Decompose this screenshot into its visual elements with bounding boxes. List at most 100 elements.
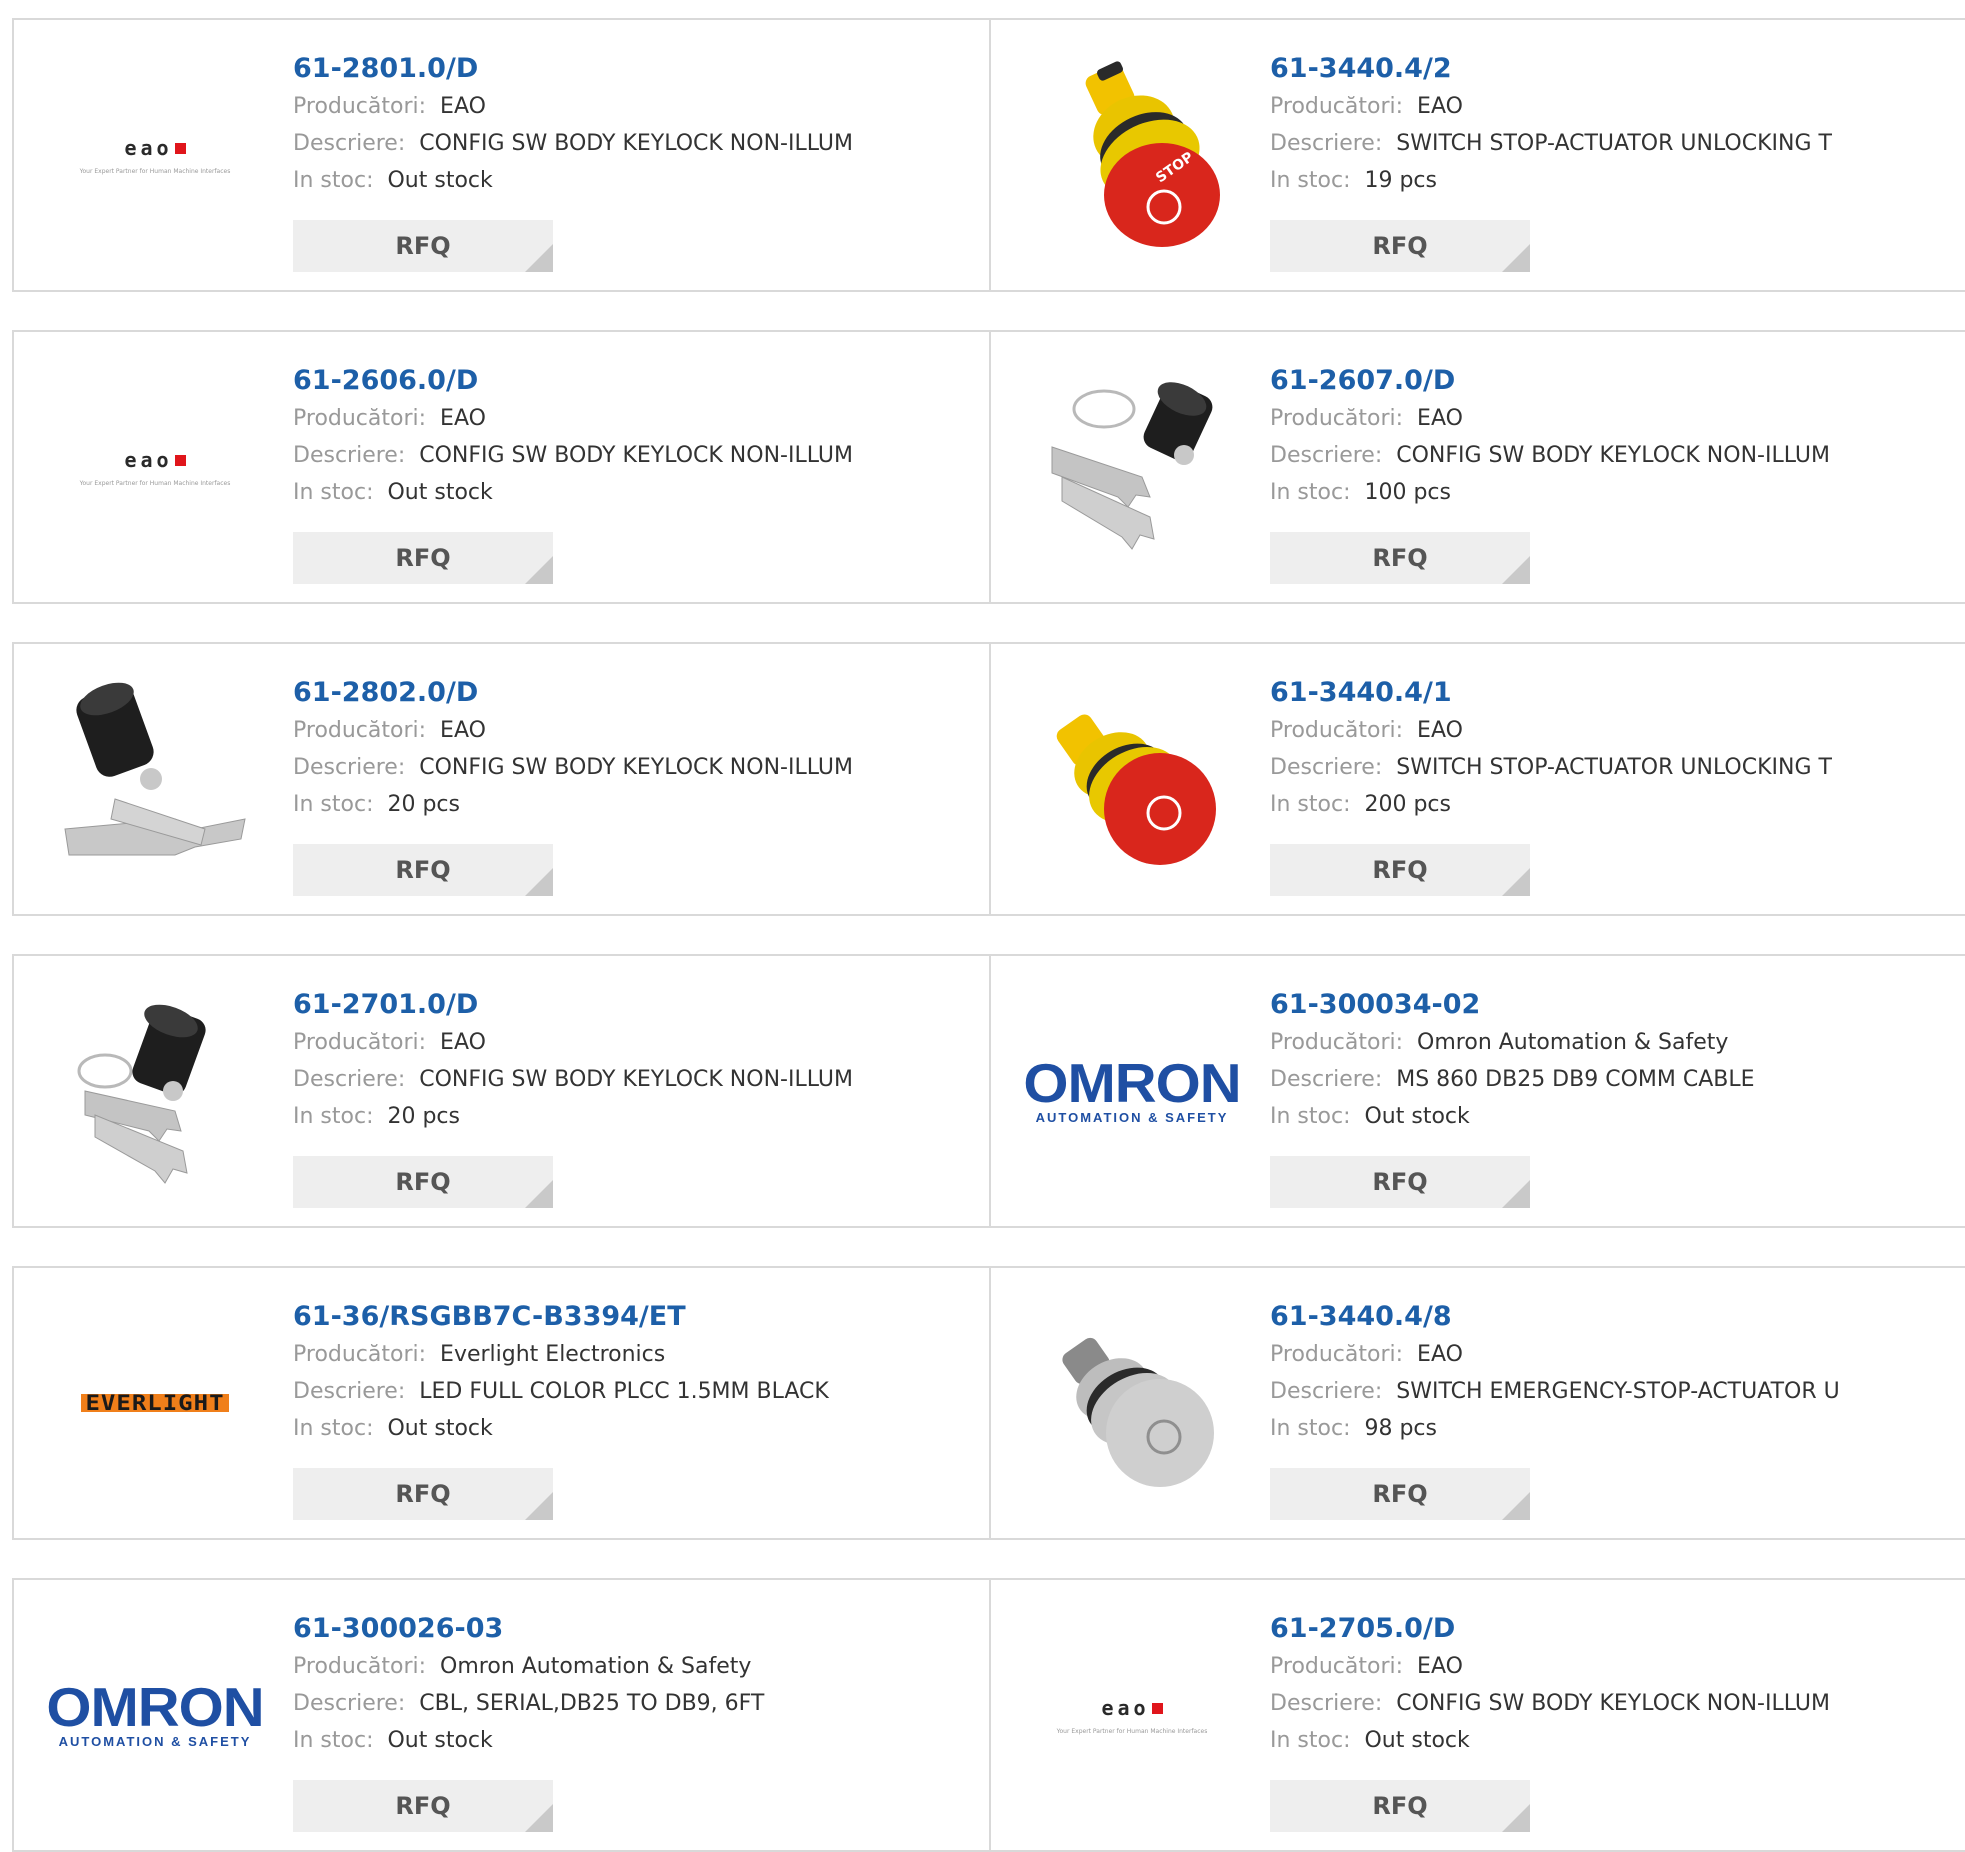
part-number-link[interactable]: 61-36/RSGBB7C-B3394/ET <box>293 1298 829 1336</box>
stock-label: In stoc: <box>293 1728 374 1753</box>
product-row: 61-2802.0/D Producători: EAO Descriere: CO… <box>12 642 1965 916</box>
everlight-logo[interactable]: EVERLIGHT <box>52 1300 258 1506</box>
description-label: Descriere: <box>293 1067 406 1092</box>
manufacturer-value: EAO <box>440 718 486 743</box>
part-number-link[interactable]: 61-300026-03 <box>293 1610 764 1648</box>
product-card: 61-3440.4/1 Producători: EAO Descriere: SW… <box>991 644 1965 914</box>
product-card: eao Your Expert Partner for Human Machine… <box>14 332 991 602</box>
description-label: Descriere: <box>1270 1379 1383 1404</box>
stock-label: In stoc: <box>293 792 374 817</box>
manufacturer-label: Producători: <box>1270 94 1404 119</box>
stock-label: In stoc: <box>293 1416 374 1441</box>
eao-logo[interactable]: eao Your Expert Partner for Human Machine… <box>52 52 258 258</box>
manufacturer-value: EAO <box>440 406 486 431</box>
manufacturer-value: Omron Automation & Safety <box>440 1654 752 1679</box>
stock-value: 100 pcs <box>1364 480 1451 505</box>
rfq-button[interactable]: RFQ <box>1270 220 1530 272</box>
stock-value: Out stock <box>387 1728 493 1753</box>
stock-value: 19 pcs <box>1364 168 1437 193</box>
rfq-button[interactable]: RFQ <box>1270 844 1530 896</box>
part-number-link[interactable]: 61-2607.0/D <box>1270 362 1830 400</box>
rfq-button[interactable]: RFQ <box>293 1780 553 1832</box>
omron-logo[interactable]: OMRON AUTOMATION & SAFETY <box>46 1612 264 1818</box>
stock-label: In stoc: <box>1270 1416 1351 1441</box>
description-value: CBL, SERIAL,DB25 TO DB9, 6FT <box>419 1691 765 1716</box>
part-number-link[interactable]: 61-2606.0/D <box>293 362 853 400</box>
manufacturer-label: Producători: <box>293 1342 427 1367</box>
manufacturer-label: Producători: <box>293 1030 427 1055</box>
rfq-button[interactable]: RFQ <box>293 532 553 584</box>
part-number-link[interactable]: 61-2801.0/D <box>293 50 853 88</box>
red-stop-button-photo[interactable] <box>1029 676 1235 882</box>
part-number-link[interactable]: 61-3440.4/2 <box>1270 50 1832 88</box>
omron-logo[interactable]: OMRON AUTOMATION & SAFETY <box>1023 988 1241 1194</box>
part-number-link[interactable]: 61-2802.0/D <box>293 674 853 712</box>
stock-label: In stoc: <box>1270 1104 1351 1129</box>
description-label: Descriere: <box>293 443 406 468</box>
stock-value: 20 pcs <box>387 1104 460 1129</box>
eao-logo[interactable]: eao Your Expert Partner for Human Machine… <box>52 364 258 570</box>
eao-logo[interactable]: eao Your Expert Partner for Human Machine… <box>1029 1612 1235 1818</box>
rfq-button[interactable]: RFQ <box>1270 1468 1530 1520</box>
description-label: Descriere: <box>1270 443 1383 468</box>
description-label: Descriere: <box>293 755 406 780</box>
manufacturer-value: EAO <box>1417 1654 1463 1679</box>
part-number-link[interactable]: 61-3440.4/1 <box>1270 674 1832 712</box>
grey-stop-button-photo[interactable] <box>1029 1300 1235 1506</box>
stock-value: Out stock <box>1364 1104 1470 1129</box>
rfq-button[interactable]: RFQ <box>293 844 553 896</box>
stock-label: In stoc: <box>293 1104 374 1129</box>
manufacturer-label: Producători: <box>1270 718 1404 743</box>
rfq-button[interactable]: RFQ <box>293 1468 553 1520</box>
manufacturer-label: Producători: <box>1270 1342 1404 1367</box>
stock-value: Out stock <box>1364 1728 1470 1753</box>
manufacturer-label: Producători: <box>1270 1030 1404 1055</box>
stock-label: In stoc: <box>1270 480 1351 505</box>
description-value: SWITCH EMERGENCY-STOP-ACTUATOR U <box>1396 1379 1840 1404</box>
product-card: eao Your Expert Partner for Human Machine… <box>14 20 991 290</box>
product-card: 61-2802.0/D Producători: EAO Descriere: CO… <box>14 644 991 914</box>
product-row: 61-2701.0/D Producători: EAO Descriere: CO… <box>12 954 1965 1228</box>
description-value: SWITCH STOP-ACTUATOR UNLOCKING T <box>1396 755 1832 780</box>
rfq-button[interactable]: RFQ <box>1270 1780 1530 1832</box>
red-stop-button-photo[interactable]: STOP <box>1029 52 1235 258</box>
rfq-button[interactable]: RFQ <box>293 220 553 272</box>
manufacturer-label: Producători: <box>293 718 427 743</box>
manufacturer-value: Everlight Electronics <box>440 1342 666 1367</box>
manufacturer-value: EAO <box>1417 718 1463 743</box>
stock-label: In stoc: <box>1270 1728 1351 1753</box>
description-label: Descriere: <box>293 1379 406 1404</box>
stock-label: In stoc: <box>1270 168 1351 193</box>
manufacturer-value: EAO <box>1417 406 1463 431</box>
description-value: SWITCH STOP-ACTUATOR UNLOCKING T <box>1396 131 1832 156</box>
description-value: CONFIG SW BODY KEYLOCK NON-ILLUM <box>419 443 853 468</box>
rfq-button[interactable]: RFQ <box>1270 1156 1530 1208</box>
part-number-link[interactable]: 61-3440.4/8 <box>1270 1298 1840 1336</box>
rfq-button[interactable]: RFQ <box>1270 532 1530 584</box>
product-row: eao Your Expert Partner for Human Machine… <box>12 330 1965 604</box>
stock-value: 98 pcs <box>1364 1416 1437 1441</box>
part-number-link[interactable]: 61-2701.0/D <box>293 986 853 1024</box>
keylock-with-keyring-photo[interactable] <box>52 988 258 1194</box>
stock-value: Out stock <box>387 480 493 505</box>
keylock-with-keyring-photo[interactable] <box>1029 364 1235 570</box>
part-number-link[interactable]: 61-2705.0/D <box>1270 1610 1830 1648</box>
manufacturer-value: EAO <box>440 1030 486 1055</box>
manufacturer-value: EAO <box>440 94 486 119</box>
manufacturer-label: Producători: <box>1270 1654 1404 1679</box>
description-label: Descriere: <box>293 131 406 156</box>
manufacturer-value: EAO <box>1417 1342 1463 1367</box>
part-number-link[interactable]: 61-300034-02 <box>1270 986 1755 1024</box>
description-label: Descriere: <box>1270 755 1383 780</box>
description-value: CONFIG SW BODY KEYLOCK NON-ILLUM <box>1396 1691 1830 1716</box>
manufacturer-label: Producători: <box>1270 406 1404 431</box>
keylock-with-keys-photo[interactable] <box>52 676 258 882</box>
description-label: Descriere: <box>1270 131 1383 156</box>
stock-label: In stoc: <box>1270 792 1351 817</box>
description-label: Descriere: <box>1270 1691 1383 1716</box>
product-card: OMRON AUTOMATION & SAFETY 61-300034-02 Pr… <box>991 956 1965 1226</box>
description-value: LED FULL COLOR PLCC 1.5MM BLACK <box>419 1379 829 1404</box>
description-value: CONFIG SW BODY KEYLOCK NON-ILLUM <box>1396 443 1830 468</box>
manufacturer-value: Omron Automation & Safety <box>1417 1030 1729 1055</box>
rfq-button[interactable]: RFQ <box>293 1156 553 1208</box>
